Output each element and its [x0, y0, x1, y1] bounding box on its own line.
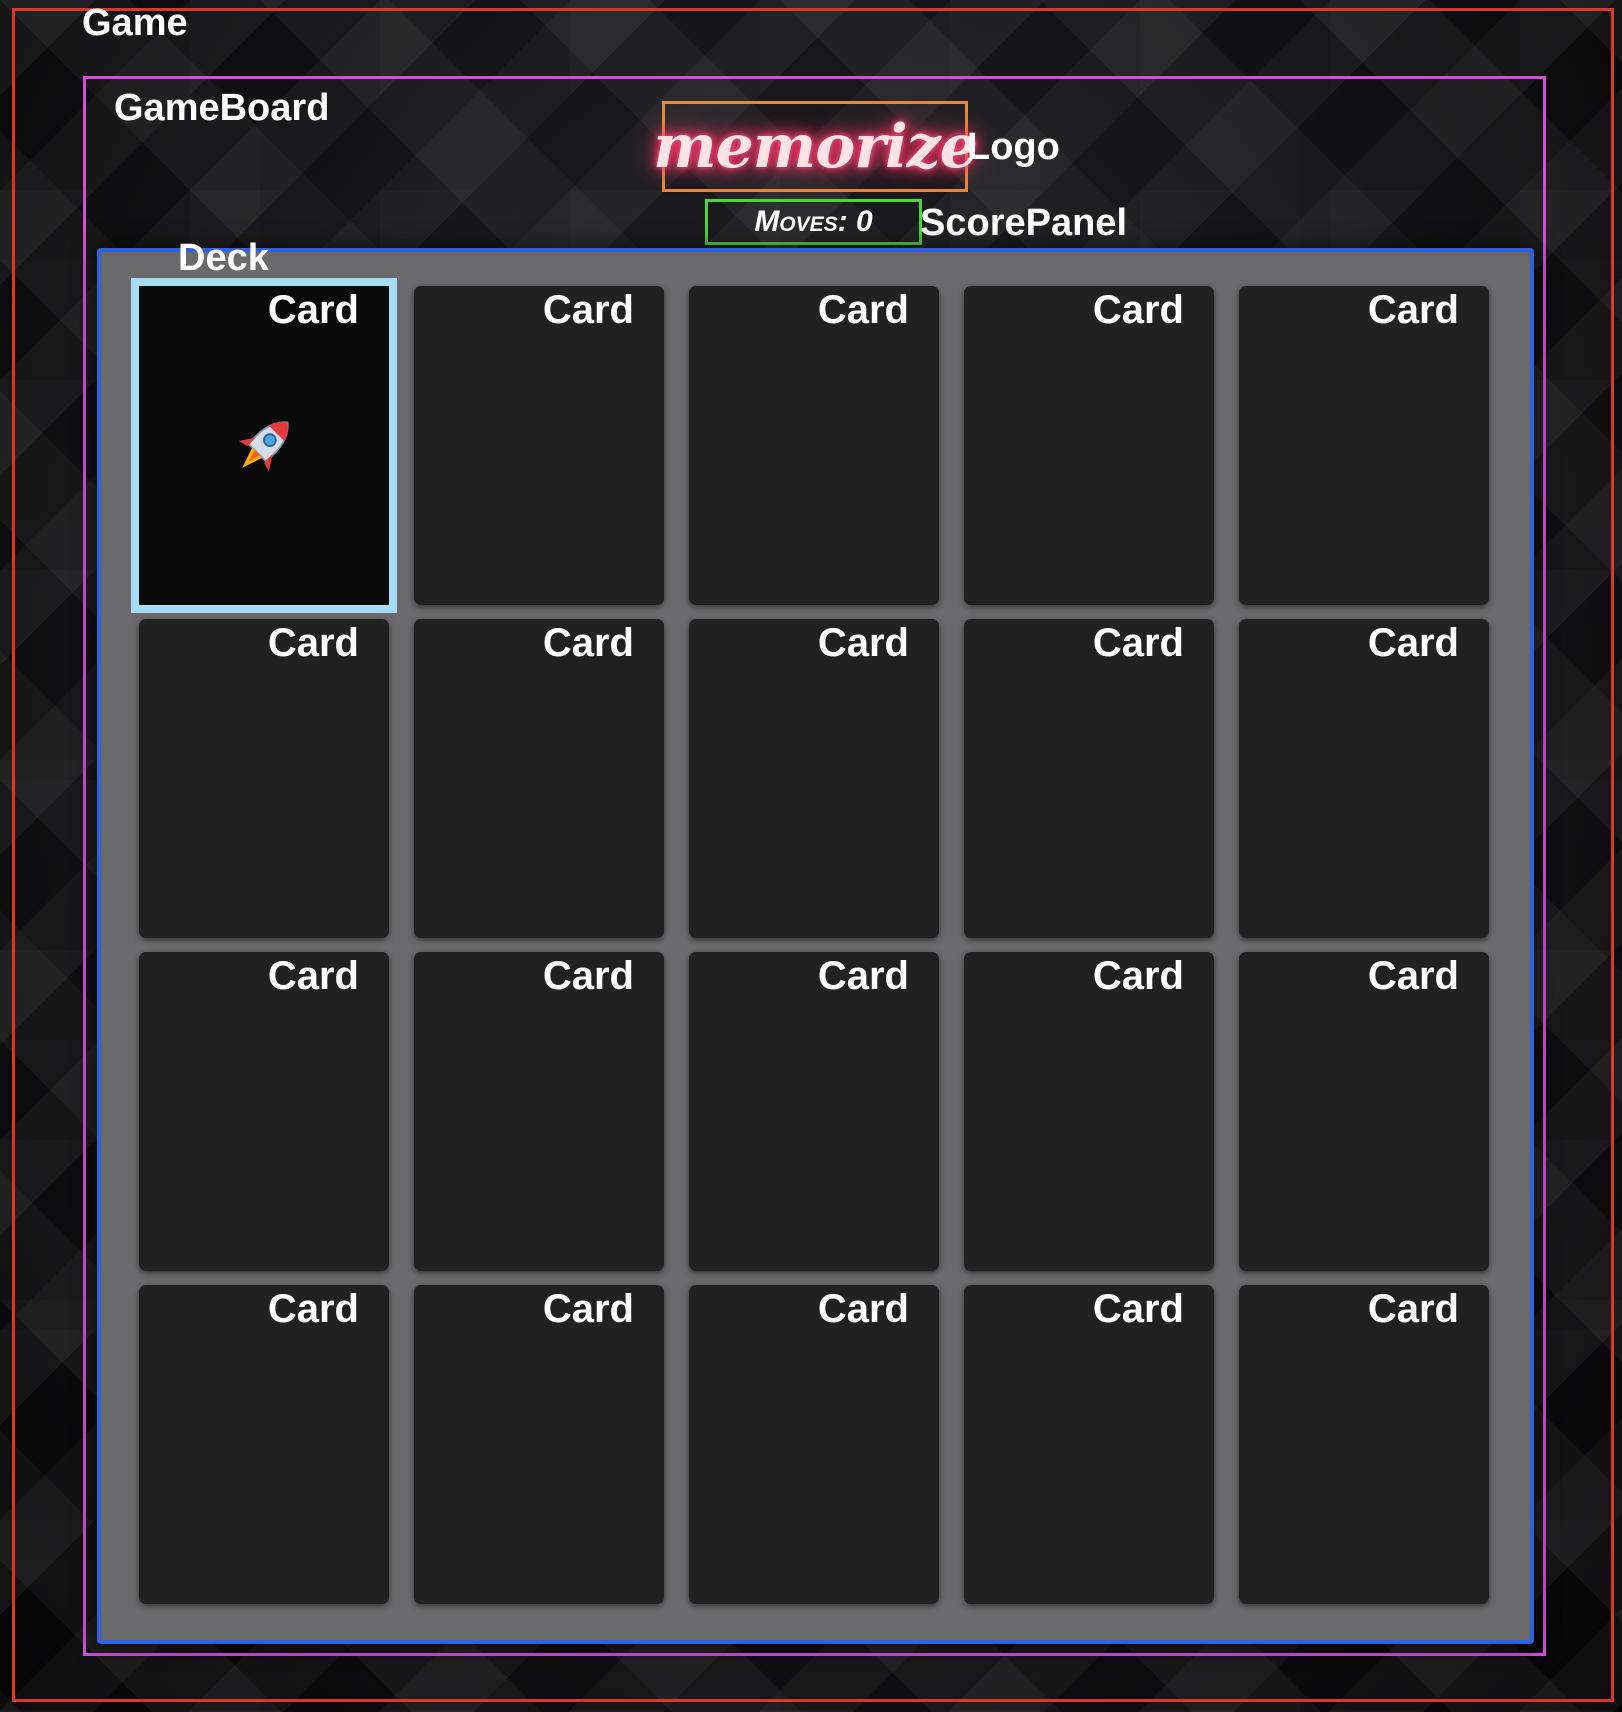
logo-text: memorize: [653, 111, 978, 182]
card-label: Card: [1092, 1287, 1184, 1331]
card-label: Card: [1092, 621, 1184, 665]
card-label: Card: [1367, 621, 1459, 665]
card-label: Card: [267, 621, 359, 665]
card-label: Card: [542, 288, 634, 332]
card-3[interactable]: Card: [689, 286, 939, 605]
card-2[interactable]: Card: [414, 286, 664, 605]
card-6[interactable]: Card: [139, 619, 389, 938]
card-label: Card: [1367, 288, 1459, 332]
card-label: Card: [542, 621, 634, 665]
logo: memorize: [653, 101, 978, 192]
card-12[interactable]: Card: [414, 952, 664, 1271]
game-board-annotation-label: GameBoard: [114, 87, 330, 129]
card-label: Card: [1367, 1287, 1459, 1331]
score-panel: Moves: 0: [705, 199, 922, 245]
card-13[interactable]: Card: [689, 952, 939, 1271]
card-label: Card: [817, 621, 909, 665]
card-label: Card: [267, 1287, 359, 1331]
card-label: Card: [1092, 288, 1184, 332]
card-4[interactable]: Card: [964, 286, 1214, 605]
rocket-icon: [226, 408, 302, 484]
game-annotation-label: Game: [82, 2, 188, 44]
card-label: Card: [817, 288, 909, 332]
card-17[interactable]: Card: [414, 1285, 664, 1604]
moves-counter: Moves: 0: [754, 205, 873, 238]
card-10[interactable]: Card: [1239, 619, 1489, 938]
card-15[interactable]: Card: [1239, 952, 1489, 1271]
card-label: Card: [817, 954, 909, 998]
card-16[interactable]: Card: [139, 1285, 389, 1604]
deck-annotation-label: Deck: [178, 237, 269, 279]
card-11[interactable]: Card: [139, 952, 389, 1271]
card-grid: Card Card Card Card Card Card Card Card Card Card…: [131, 278, 1489, 1604]
card-label: Card: [542, 954, 634, 998]
score-panel-annotation-label: ScorePanel: [920, 202, 1127, 244]
card-9[interactable]: Card: [964, 619, 1214, 938]
card-7[interactable]: Card: [414, 619, 664, 938]
card-5[interactable]: Card: [1239, 286, 1489, 605]
logo-annotation-label: Logo: [967, 126, 1060, 168]
card-label: Card: [267, 954, 359, 998]
card-label: Card: [1092, 954, 1184, 998]
card-20[interactable]: Card: [1239, 1285, 1489, 1604]
card-label: Card: [267, 288, 359, 332]
card-19[interactable]: Card: [964, 1285, 1214, 1604]
card-1[interactable]: Card: [131, 278, 397, 613]
card-8[interactable]: Card: [689, 619, 939, 938]
card-18[interactable]: Card: [689, 1285, 939, 1604]
card-14[interactable]: Card: [964, 952, 1214, 1271]
card-label: Card: [1367, 954, 1459, 998]
card-label: Card: [817, 1287, 909, 1331]
card-label: Card: [542, 1287, 634, 1331]
